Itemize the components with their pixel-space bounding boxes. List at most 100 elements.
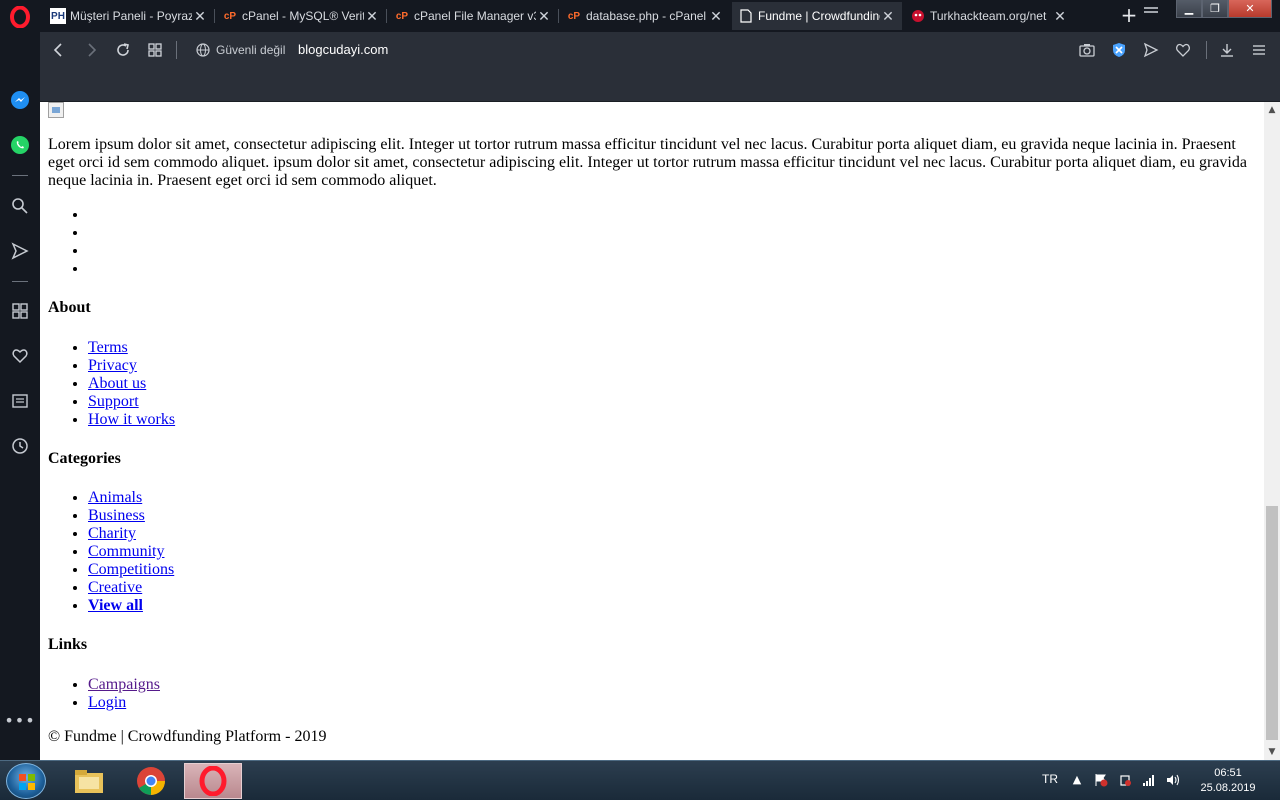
tab-title: Turkhackteam.org/net <box>930 9 1047 23</box>
reload-button[interactable] <box>114 41 132 59</box>
scrollbar-thumb[interactable] <box>1266 506 1278 740</box>
list-item: How it works <box>88 411 175 429</box>
file-explorer-button[interactable] <box>60 763 118 799</box>
tab-musteri-paneli[interactable]: PH Müşteri Paneli - Poyraz ✕ <box>44 2 214 30</box>
competitions-link[interactable]: Competitions <box>88 561 174 578</box>
tab-title: cPanel - MySQL® Veritabanları <box>242 9 364 23</box>
url-field[interactable]: blogcudayi.com <box>298 42 388 57</box>
page-icon <box>738 8 754 24</box>
volume-icon[interactable] <box>1166 773 1180 787</box>
cpanel-icon: cP <box>567 10 581 22</box>
about-us-link[interactable]: About us <box>88 375 146 392</box>
charity-link[interactable]: Charity <box>88 525 136 542</box>
tab-fundme[interactable]: Fundme | Crowdfunding ✕ <box>732 2 902 30</box>
close-icon[interactable]: ✕ <box>880 8 896 24</box>
sidebar-divider <box>12 175 28 176</box>
scroll-down-arrow-icon[interactable]: ▼ <box>1264 744 1280 760</box>
new-tab-button[interactable]: + <box>1120 5 1138 25</box>
vertical-scrollbar[interactable]: ▲ ▼ <box>1264 102 1280 760</box>
clock-date: 25.08.2019 <box>1200 782 1256 794</box>
heart-icon[interactable] <box>1174 41 1192 59</box>
login-link[interactable]: Login <box>88 694 126 711</box>
maximize-button[interactable]: ❐ <box>1202 0 1228 18</box>
adblock-icon[interactable] <box>1110 41 1128 59</box>
send-icon[interactable] <box>8 239 32 263</box>
tab-turkhackteam[interactable]: Turkhackteam.org/net ✕ <box>904 2 1074 30</box>
tab-title: database.php - cPanel <box>586 9 707 23</box>
camera-icon[interactable] <box>1078 41 1096 59</box>
business-link[interactable]: Business <box>88 507 145 524</box>
start-button[interactable] <box>6 763 46 799</box>
search-icon[interactable] <box>8 194 32 218</box>
show-hidden-icons-icon[interactable]: ▲ <box>1070 773 1084 787</box>
opera-button[interactable] <box>184 763 242 799</box>
privacy-link[interactable]: Privacy <box>88 357 137 374</box>
scroll-up-arrow-icon[interactable]: ▲ <box>1264 102 1280 118</box>
opera-menu-icon[interactable] <box>8 5 32 29</box>
close-icon[interactable]: ✕ <box>364 8 380 24</box>
system-clock[interactable]: 06:51 25.08.2019 <box>1200 766 1256 796</box>
download-icon[interactable] <box>1218 41 1236 59</box>
list-item: Competitions <box>88 561 174 579</box>
toolbar-extension <box>40 68 1280 102</box>
list-item: Campaigns <box>88 676 160 694</box>
list-item: Terms <box>88 339 175 357</box>
creative-link[interactable]: Creative <box>88 579 142 596</box>
back-button[interactable] <box>50 41 68 59</box>
news-icon[interactable] <box>8 389 32 413</box>
close-icon[interactable]: ✕ <box>536 8 552 24</box>
view-all-link[interactable]: View all <box>88 597 143 614</box>
tab-cpanel-mysql[interactable]: cP cPanel - MySQL® Veritabanları ✕ <box>216 2 386 30</box>
tabs-overview-button[interactable] <box>146 41 164 59</box>
list-item: Community <box>88 543 174 561</box>
messenger-icon[interactable] <box>8 88 32 112</box>
security-label: Güvenli değil <box>216 43 286 57</box>
action-center-icon[interactable] <box>1094 773 1108 787</box>
language-indicator[interactable]: TR <box>1042 772 1058 786</box>
list-item: Charity <box>88 525 174 543</box>
animals-link[interactable]: Animals <box>88 489 142 506</box>
tab-separator <box>386 9 387 23</box>
tab-cpanel-file-manager[interactable]: cP cPanel File Manager v3 ✕ <box>388 2 558 30</box>
links-list: Campaigns Login <box>88 676 160 712</box>
heart-icon[interactable] <box>8 344 32 368</box>
network-signal-icon[interactable] <box>1142 773 1156 787</box>
chrome-button[interactable] <box>122 763 180 799</box>
history-icon[interactable] <box>8 434 32 458</box>
tab-database-php[interactable]: cP database.php - cPanel ✕ <box>560 2 730 30</box>
minimize-button[interactable]: ▁ <box>1176 0 1202 18</box>
campaigns-link[interactable]: Campaigns <box>88 676 160 693</box>
close-icon[interactable]: ✕ <box>708 8 724 24</box>
security-indicator[interactable]: Güvenli değil <box>196 43 285 57</box>
opera-sidebar: ••• <box>0 0 40 762</box>
tab-separator <box>214 9 215 23</box>
speed-dial-icon[interactable] <box>8 299 32 323</box>
community-link[interactable]: Community <box>88 543 164 560</box>
tab-separator <box>558 9 559 23</box>
links-heading: Links <box>48 636 88 653</box>
power-icon[interactable] <box>1118 773 1132 787</box>
about-heading: About <box>48 299 91 316</box>
support-link[interactable]: Support <box>88 393 139 410</box>
categories-heading: Categories <box>48 450 121 467</box>
close-window-button[interactable]: ✕ <box>1228 0 1272 18</box>
address-bar: Güvenli değil blogcudayi.com <box>40 32 1280 68</box>
more-icon[interactable]: ••• <box>4 708 34 732</box>
close-icon[interactable]: ✕ <box>192 8 208 24</box>
forward-button[interactable] <box>82 41 100 59</box>
list-item: Animals <box>88 489 174 507</box>
list-item: Support <box>88 393 175 411</box>
how-it-works-link[interactable]: How it works <box>88 411 175 428</box>
send-icon[interactable] <box>1142 41 1160 59</box>
ph-logo-icon: PH <box>50 8 66 24</box>
intro-paragraph: Lorem ipsum dolor sit amet, consectetur … <box>48 136 1247 189</box>
close-icon[interactable]: ✕ <box>1052 8 1068 24</box>
clock-time: 06:51 <box>1214 767 1242 779</box>
easy-setup-icon[interactable] <box>1250 41 1268 59</box>
broken-image-icon <box>48 102 64 118</box>
list-item: About us <box>88 375 175 393</box>
tab-menu-icon[interactable] <box>1142 4 1160 18</box>
terms-link[interactable]: Terms <box>88 339 128 356</box>
globe-icon <box>196 43 210 57</box>
whatsapp-icon[interactable] <box>8 133 32 157</box>
